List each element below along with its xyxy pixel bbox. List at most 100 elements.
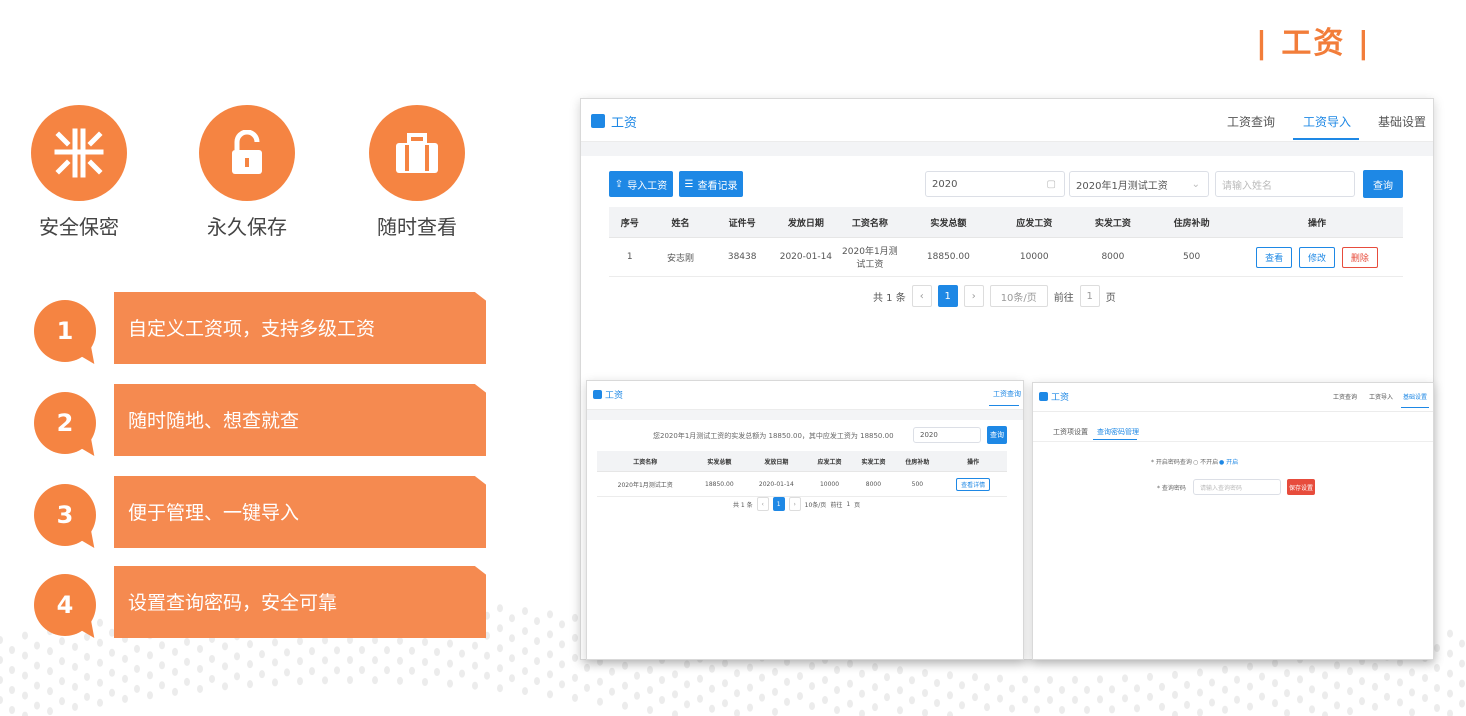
item-number: 4 bbox=[34, 574, 96, 636]
background-dot bbox=[584, 663, 590, 672]
col-header: 操作 bbox=[939, 451, 1007, 472]
background-dot bbox=[997, 694, 1003, 703]
background-dot bbox=[772, 667, 778, 676]
nav-salary-import[interactable]: 工资导入 bbox=[1369, 392, 1393, 401]
background-dot bbox=[572, 633, 578, 642]
nav-salary-query[interactable]: 工资查询 bbox=[1333, 392, 1357, 401]
radio-off[interactable]: ○ 不开启 bbox=[1193, 457, 1218, 466]
background-dot bbox=[1084, 705, 1090, 714]
background-dot bbox=[159, 681, 165, 690]
background-dot bbox=[1159, 702, 1165, 711]
background-dot bbox=[559, 660, 565, 669]
total-count: 共 1 条 bbox=[733, 501, 753, 509]
background-dot bbox=[1359, 677, 1365, 686]
background-dot bbox=[447, 679, 453, 688]
prev-page-button[interactable]: ‹ bbox=[756, 497, 769, 511]
col-header: 实发总额 bbox=[693, 451, 746, 472]
background-dot bbox=[72, 662, 78, 671]
background-dot bbox=[172, 667, 178, 676]
background-dot bbox=[559, 620, 565, 629]
query-password-input[interactable]: 请输入查询密码 bbox=[1193, 479, 1281, 495]
background-dot bbox=[434, 648, 440, 657]
background-dot bbox=[1109, 705, 1115, 714]
view-button[interactable]: 查看 bbox=[1256, 246, 1293, 268]
background-dot bbox=[247, 680, 253, 689]
background-dot bbox=[672, 690, 678, 699]
save-settings-button[interactable]: 保存设置 bbox=[1287, 479, 1315, 495]
page-number[interactable]: 1 bbox=[937, 285, 958, 307]
year-picker[interactable]: 2020 bbox=[913, 427, 981, 443]
active-nav-underline bbox=[1293, 138, 1359, 140]
cell: 2020年1月测试工资 bbox=[837, 237, 902, 277]
view-records-button[interactable]: ☰ 查看记录 bbox=[679, 171, 743, 197]
background-dot bbox=[1447, 709, 1453, 716]
background-dot bbox=[797, 692, 803, 701]
page-size-select[interactable]: 10条/页 bbox=[989, 285, 1048, 307]
background-dot bbox=[1359, 697, 1365, 706]
background-dot bbox=[672, 670, 678, 679]
background-dot bbox=[547, 630, 553, 639]
col-header: 操作 bbox=[1231, 207, 1403, 238]
search-button[interactable]: 查询 bbox=[1363, 170, 1403, 198]
app-title: 工资 bbox=[605, 391, 624, 401]
background-dot bbox=[659, 695, 665, 704]
edit-button[interactable]: 修改 bbox=[1298, 246, 1335, 268]
nav-basic-settings[interactable]: 基础设置 bbox=[1403, 392, 1427, 401]
page-number[interactable]: 1 bbox=[772, 497, 785, 511]
radio-on[interactable]: ● 开启 bbox=[1219, 457, 1238, 466]
background-dot bbox=[1059, 705, 1065, 714]
background-dot bbox=[1172, 710, 1178, 716]
background-dot bbox=[1434, 703, 1440, 712]
table-row: 2020年1月测试工资 18850.00 2020-01-14 10000 80… bbox=[597, 471, 1007, 497]
page-size-value: 10条/页 bbox=[1000, 292, 1037, 304]
background-dot bbox=[697, 674, 703, 683]
active-tab-underline bbox=[1093, 439, 1137, 440]
background-dot bbox=[622, 681, 628, 690]
goto-page-input[interactable]: 1 bbox=[846, 501, 850, 508]
background-dot bbox=[1397, 698, 1403, 707]
delete-button[interactable]: 删除 bbox=[1341, 246, 1378, 268]
import-salary-button[interactable]: ⇪ 导入工资 bbox=[609, 171, 673, 197]
app-title: 工资 bbox=[1051, 393, 1070, 403]
background-dot bbox=[97, 698, 103, 707]
col-header: 实发工资 bbox=[851, 451, 896, 472]
password-query-label: * 开启密码查询 bbox=[1151, 459, 1192, 466]
tab-salary-items[interactable]: 工资项设置 bbox=[1053, 427, 1088, 437]
background-dot bbox=[1334, 681, 1340, 690]
tab-password-management[interactable]: 查询密码管理 bbox=[1097, 427, 1139, 437]
background-dot bbox=[797, 672, 803, 681]
nav-salary-query[interactable]: 工资查询 bbox=[1227, 113, 1275, 130]
prev-page-button[interactable]: ‹ bbox=[911, 285, 932, 307]
background-dot bbox=[834, 666, 840, 675]
goto-page-input[interactable]: 1 bbox=[1079, 285, 1100, 307]
background-dot bbox=[909, 696, 915, 705]
background-dot bbox=[872, 683, 878, 692]
background-dot bbox=[1234, 695, 1240, 704]
background-dot bbox=[1147, 692, 1153, 701]
year-picker[interactable]: 2020 ▢ bbox=[925, 171, 1065, 197]
name-search-input[interactable]: 请输入姓名 bbox=[1215, 171, 1355, 197]
background-dot bbox=[134, 664, 140, 673]
view-details-button[interactable]: 查看详情 bbox=[956, 477, 991, 491]
next-page-button[interactable]: › bbox=[788, 497, 801, 511]
background-dot bbox=[47, 707, 53, 716]
item-text: 随时随地、想查就查 bbox=[128, 410, 300, 432]
background-dot bbox=[397, 676, 403, 685]
background-dot bbox=[147, 651, 153, 660]
background-dot bbox=[272, 678, 278, 687]
background-dot bbox=[884, 673, 890, 682]
background-dot bbox=[1022, 695, 1028, 704]
background-dot bbox=[1284, 669, 1290, 678]
nav-salary-query[interactable]: 工资查询 bbox=[993, 389, 1021, 399]
salary-batch-select[interactable]: 2020年1月测试工资 ⌄ bbox=[1069, 171, 1209, 197]
next-page-button[interactable]: › bbox=[963, 285, 984, 307]
col-header: 姓名 bbox=[650, 207, 711, 238]
nav-salary-import[interactable]: 工资导入 bbox=[1303, 113, 1351, 130]
search-button[interactable]: 查询 bbox=[987, 426, 1007, 444]
nav-basic-settings[interactable]: 基础设置 bbox=[1378, 113, 1426, 130]
background-dot bbox=[647, 665, 653, 674]
background-dot bbox=[1197, 688, 1203, 697]
background-dot bbox=[184, 677, 190, 686]
background-dot bbox=[1322, 711, 1328, 716]
page-size-select[interactable]: 10条/页 bbox=[805, 500, 827, 509]
